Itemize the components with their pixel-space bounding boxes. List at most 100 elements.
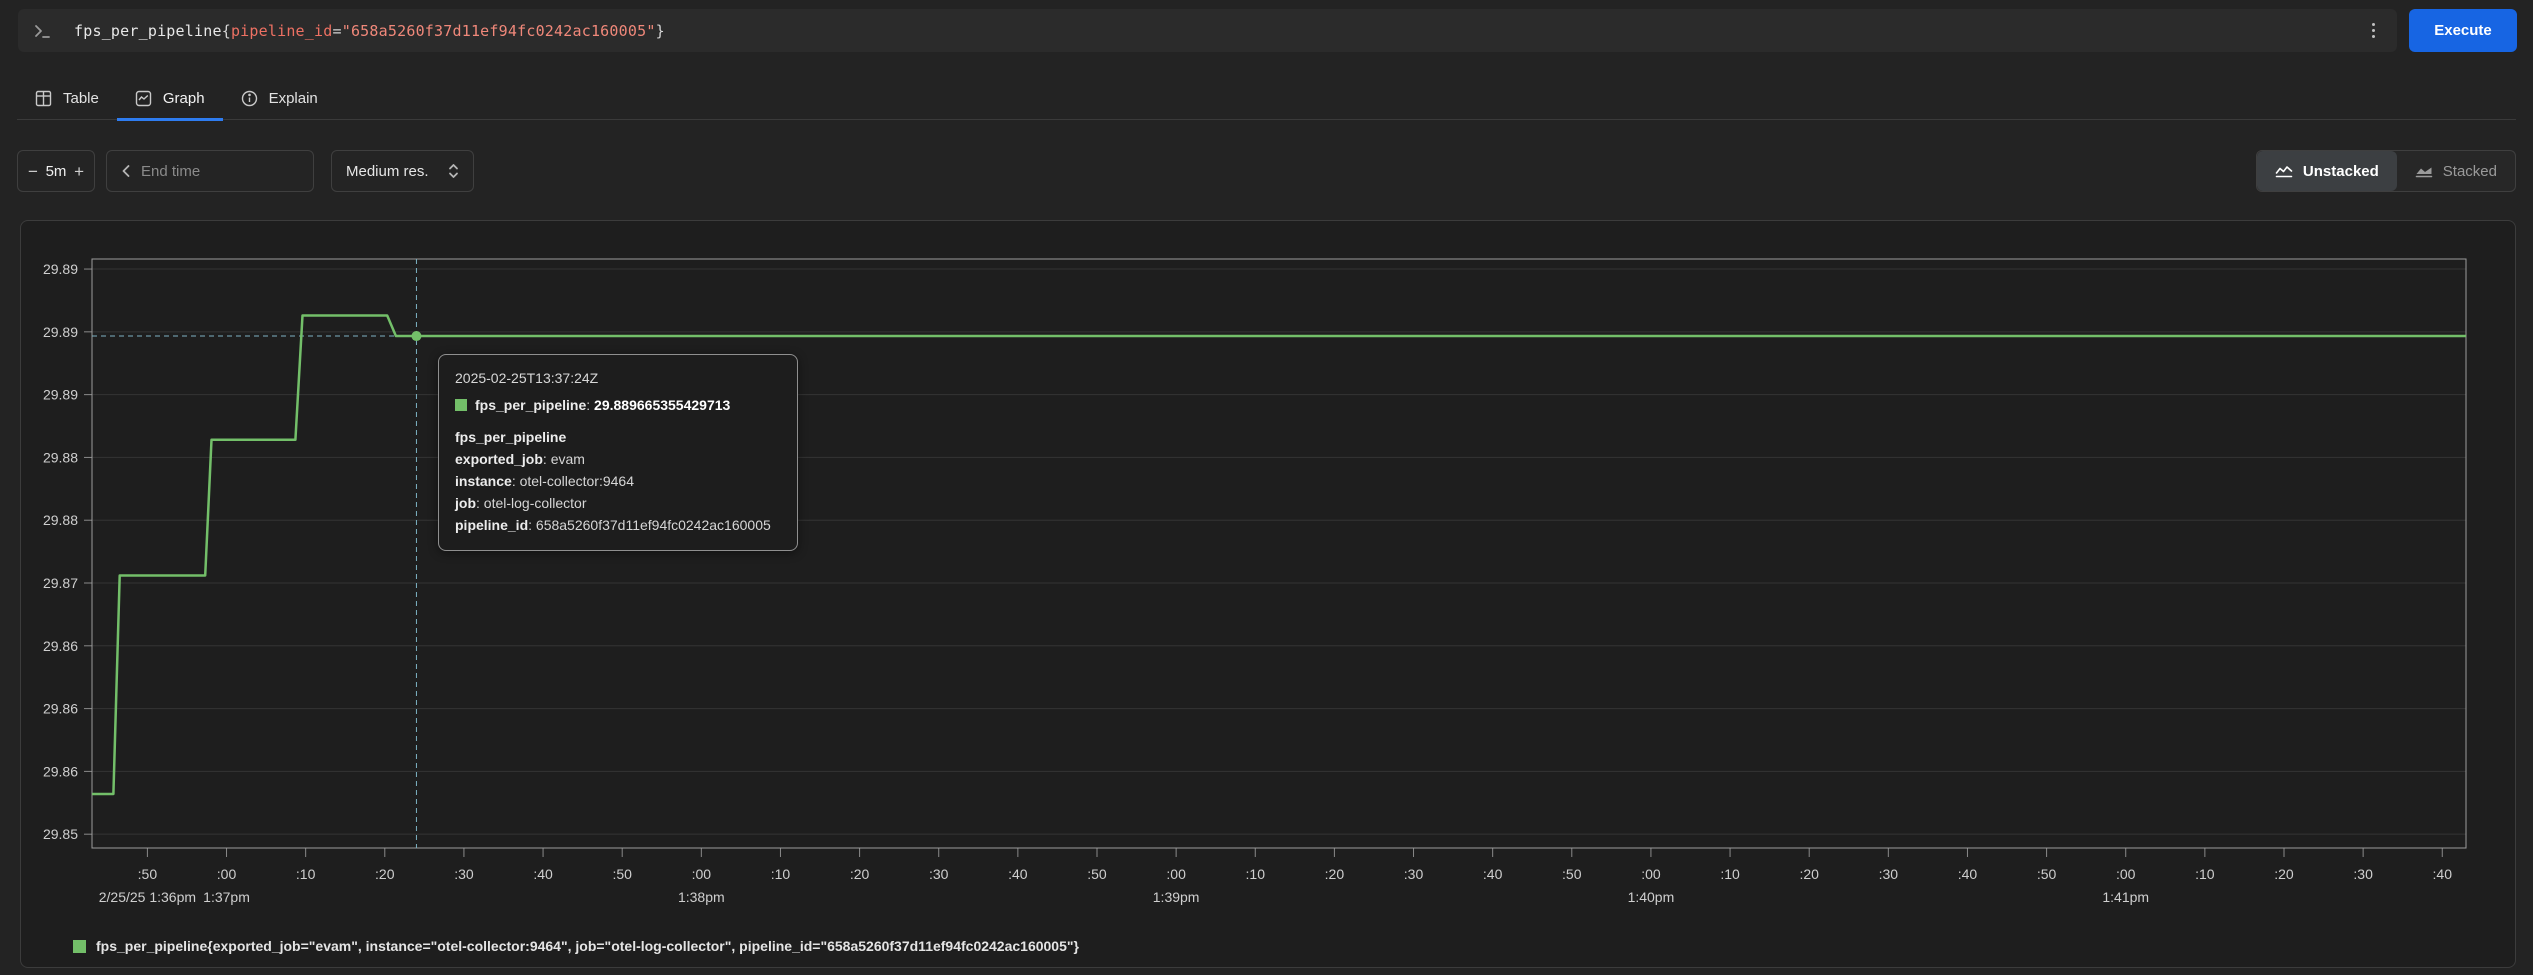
query-options-kebab-icon[interactable] [2364, 17, 2383, 44]
x-tick-label: :00 [692, 866, 712, 882]
x-tick-label: :40 [1008, 866, 1028, 882]
y-tick-label: 29.89 [43, 387, 78, 403]
x-tick-label: :30 [454, 866, 474, 882]
tooltip-label-row: pipeline_id658a5260f37d11ef94fc0242ac160… [455, 514, 781, 536]
x-tick-sublabel: 2/25/25 1:36pm [99, 889, 196, 905]
x-tick-label: :30 [1879, 866, 1899, 882]
x-tick-label: :40 [2433, 866, 2453, 882]
x-tick-label: :20 [1799, 866, 1819, 882]
x-tick-label: :10 [1720, 866, 1740, 882]
y-tick-label: 29.88 [43, 512, 78, 528]
y-tick-label: 29.89 [43, 324, 78, 340]
query-expression[interactable]: fps_per_pipeline{pipeline_id="658a5260f3… [74, 22, 665, 40]
x-tick-sublabel: 1:41pm [2102, 889, 2149, 905]
graph-canvas[interactable]: 29.89 29.89 29.89 29.88 29.88 29.87 29.86 29.86… [21, 221, 2515, 921]
plot-frame [92, 259, 2466, 848]
unstacked-option[interactable]: Unstacked [2257, 151, 2397, 191]
legend-item[interactable]: fps_per_pipeline{exported_job="evam", in… [73, 938, 1079, 954]
query-label-value: "658a5260f37d11ef94fc0242ac160005" [342, 22, 656, 40]
x-tick-sublabel: 1:39pm [1153, 889, 1200, 905]
x-tick-label: :20 [375, 866, 395, 882]
tab-graph[interactable]: Graph [117, 78, 223, 121]
tab-table-label: Table [63, 90, 99, 107]
query-open-brace: { [222, 22, 231, 40]
stacked-option[interactable]: Stacked [2397, 151, 2515, 191]
x-tick-label: :50 [1562, 866, 1582, 882]
chevron-left-icon [121, 164, 131, 178]
query-row: fps_per_pipeline{pipeline_id="658a5260f3… [18, 9, 2517, 52]
promql-graph-screen: fps_per_pipeline{pipeline_id="658a5260f3… [0, 0, 2533, 975]
x-tick-label: :30 [1404, 866, 1424, 882]
x-tick-label: :30 [2353, 866, 2373, 882]
query-close-brace: } [656, 22, 665, 40]
end-time-input[interactable] [133, 163, 348, 180]
query-label-name: pipeline_id [231, 22, 333, 40]
info-icon [241, 90, 258, 107]
tab-explain[interactable]: Explain [223, 78, 336, 121]
series-color-swatch [455, 399, 467, 411]
query-input[interactable]: fps_per_pipeline{pipeline_id="658a5260f3… [18, 9, 2397, 52]
x-tick-label: :10 [771, 866, 791, 882]
graph-icon [135, 90, 152, 107]
x-tick-sublabel: 1:37pm [203, 889, 250, 905]
y-tick-label: 29.88 [43, 449, 78, 465]
hover-tooltip: 2025-02-25T13:37:24Z fps_per_pipeline29.… [438, 354, 798, 551]
query-metric-name: fps_per_pipeline [74, 22, 222, 40]
chart-panel: 29.89 29.89 29.89 29.88 29.88 29.87 29.86 29.86… [20, 220, 2516, 968]
tooltip-metric-name: fps_per_pipeline [455, 426, 781, 448]
stacking-toggle: Unstacked Stacked [2256, 150, 2516, 192]
tab-table[interactable]: Table [17, 78, 117, 121]
query-operator: = [332, 22, 341, 40]
x-tick-label: :20 [1325, 866, 1345, 882]
x-tick-label: :20 [850, 866, 870, 882]
range-value[interactable]: 5m [46, 163, 67, 180]
legend-series-label: fps_per_pipeline{exported_job="evam", in… [96, 938, 1079, 954]
unstacked-line-icon [2275, 164, 2293, 179]
range-decrease-button[interactable]: − [28, 163, 38, 180]
y-tick-label: 29.87 [43, 575, 78, 591]
select-updown-icon [448, 162, 459, 180]
x-tick-label: :30 [929, 866, 949, 882]
y-tick-label: 29.86 [43, 763, 78, 779]
terminal-prompt-icon [34, 23, 52, 39]
resolution-value: Medium res. [346, 163, 429, 180]
x-tick-label: :10 [296, 866, 316, 882]
stacked-label: Stacked [2443, 163, 2497, 180]
tooltip-timestamp: 2025-02-25T13:37:24Z [455, 370, 781, 386]
tooltip-label-row: jobotel-log-collector [455, 492, 781, 514]
x-tick-label: :10 [2195, 866, 2215, 882]
unstacked-label: Unstacked [2303, 163, 2379, 180]
tooltip-series-name: fps_per_pipeline29.889665355429713 [475, 397, 730, 413]
y-tick-label: 29.86 [43, 701, 78, 717]
x-tick-label: :20 [2274, 866, 2294, 882]
tooltip-series-value-row: fps_per_pipeline29.889665355429713 [455, 397, 781, 413]
legend-color-swatch [73, 940, 86, 953]
end-time-back-button[interactable] [119, 162, 133, 180]
y-tick-label: 29.89 [43, 261, 78, 277]
x-tick-label: :10 [1246, 866, 1266, 882]
x-tick-label: :00 [1641, 866, 1661, 882]
x-tick-sublabel: 1:40pm [1628, 889, 1675, 905]
y-tick-label: 29.86 [43, 638, 78, 654]
view-tabs: Table Graph Explain [17, 78, 2516, 120]
x-tick-label: :50 [1087, 866, 1107, 882]
tab-graph-label: Graph [163, 90, 205, 107]
x-tick-label: :40 [1958, 866, 1978, 882]
x-tick-label: :40 [1483, 866, 1503, 882]
range-increase-button[interactable]: + [74, 163, 84, 180]
x-tick-label: :50 [612, 866, 632, 882]
x-tick-label: :50 [2037, 866, 2057, 882]
tooltip-label-row: instanceotel-collector:9464 [455, 470, 781, 492]
range-control: − 5m + [17, 150, 95, 192]
execute-button[interactable]: Execute [2409, 9, 2517, 52]
resolution-select[interactable]: Medium res. [331, 150, 474, 192]
x-tick-sublabel: 1:38pm [678, 889, 725, 905]
hover-point-dot [411, 331, 421, 341]
tab-explain-label: Explain [269, 90, 318, 107]
y-tick-label: 29.85 [43, 826, 78, 842]
graph-toolbar: − 5m + Medium res. Unstacked Stacked [17, 150, 2516, 192]
x-tick-label: :00 [217, 866, 237, 882]
end-time-control [106, 150, 314, 192]
x-tick-label: :00 [2116, 866, 2136, 882]
stacked-area-icon [2415, 164, 2433, 179]
